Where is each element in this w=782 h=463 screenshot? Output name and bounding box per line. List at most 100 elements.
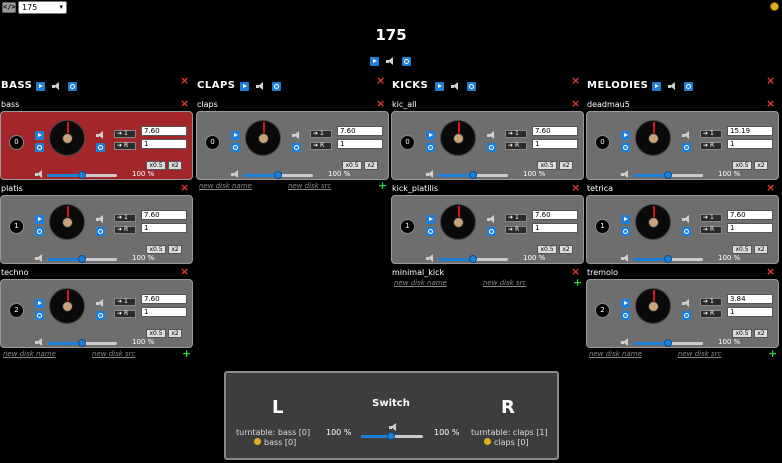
new-disk-name-input[interactable]: new disk name <box>589 350 642 358</box>
new-disk-name-input[interactable]: new disk name <box>199 182 252 190</box>
master-mute-icon[interactable] <box>386 57 395 66</box>
new-disk-name-input[interactable]: new disk name <box>394 279 447 287</box>
double-speed-button[interactable]: x2 <box>754 161 768 170</box>
remove-column-icon[interactable]: × <box>180 75 189 86</box>
mute-icon[interactable] <box>52 82 61 91</box>
play-icon[interactable] <box>35 131 44 140</box>
half-speed-button[interactable]: x0.5 <box>146 161 166 170</box>
mute-icon[interactable] <box>292 131 301 140</box>
new-disk-name-input[interactable]: new disk name <box>3 350 56 358</box>
half-speed-button[interactable]: x0.5 <box>537 245 557 254</box>
turntable-disk[interactable] <box>635 204 671 240</box>
remove-track-icon[interactable]: × <box>766 182 775 193</box>
mute-icon[interactable] <box>96 131 105 140</box>
turntable-disk[interactable] <box>49 288 85 324</box>
bpm-select[interactable]: 175 ▾ <box>18 1 67 14</box>
loop-icon[interactable] <box>231 143 240 152</box>
mute-icon[interactable] <box>487 131 496 140</box>
play-icon[interactable] <box>426 215 435 224</box>
loop-icon[interactable] <box>35 143 44 152</box>
cue-1-button[interactable]: ➔ 1 <box>114 130 136 138</box>
remove-track-icon[interactable]: × <box>571 98 580 109</box>
play-icon[interactable] <box>239 82 249 91</box>
cue-r-button[interactable]: ➔ R <box>505 142 527 150</box>
add-disk-icon[interactable]: + <box>378 180 387 191</box>
cue-1-button[interactable]: ➔ 1 <box>310 130 332 138</box>
remove-column-icon[interactable]: × <box>376 75 385 86</box>
play-icon[interactable] <box>652 82 661 91</box>
turntable-disk[interactable] <box>635 288 671 324</box>
sync-icon[interactable] <box>684 82 693 91</box>
volume-slider[interactable] <box>633 339 703 347</box>
play-icon[interactable] <box>36 82 45 91</box>
sync-icon[interactable] <box>487 227 496 236</box>
play-icon[interactable] <box>621 131 630 140</box>
remove-track-icon[interactable]: × <box>376 98 385 109</box>
double-speed-button[interactable]: x2 <box>168 329 182 338</box>
mute-icon[interactable] <box>682 131 691 140</box>
volume-knob[interactable] <box>664 171 672 179</box>
sync-icon[interactable] <box>68 82 77 91</box>
multiplier-field[interactable]: 1 <box>141 307 187 317</box>
double-speed-button[interactable]: x2 <box>364 161 378 170</box>
loop-icon[interactable] <box>621 311 630 320</box>
remove-track-icon[interactable]: × <box>180 182 189 193</box>
volume-slider[interactable] <box>438 255 508 263</box>
mute-icon[interactable] <box>487 215 496 224</box>
turntable-disk[interactable] <box>245 120 281 156</box>
volume-knob[interactable] <box>78 255 86 263</box>
sync-icon[interactable] <box>96 311 105 320</box>
remove-track-icon[interactable]: × <box>571 182 580 193</box>
volume-slider[interactable] <box>47 171 117 179</box>
mute-icon[interactable] <box>682 299 691 308</box>
multiplier-field[interactable]: 1 <box>141 139 187 149</box>
cue-r-button[interactable]: ➔ R <box>700 142 722 150</box>
sync-icon[interactable] <box>682 311 691 320</box>
play-icon[interactable] <box>621 299 630 308</box>
sync-icon[interactable] <box>682 227 691 236</box>
half-speed-button[interactable]: x0.5 <box>732 161 752 170</box>
volume-knob[interactable] <box>664 339 672 347</box>
half-speed-button[interactable]: x0.5 <box>342 161 362 170</box>
remove-track-icon[interactable]: × <box>180 266 189 277</box>
loop-icon[interactable] <box>621 143 630 152</box>
cue-1-button[interactable]: ➔ 1 <box>114 214 136 222</box>
play-icon[interactable] <box>35 215 44 224</box>
mute-icon[interactable] <box>450 82 460 91</box>
settings-icon[interactable] <box>770 2 779 11</box>
sync-icon[interactable] <box>96 143 105 152</box>
half-speed-button[interactable]: x0.5 <box>537 161 557 170</box>
double-speed-button[interactable]: x2 <box>559 245 573 254</box>
double-speed-button[interactable]: x2 <box>168 245 182 254</box>
volume-slider[interactable] <box>47 255 117 263</box>
loop-icon[interactable] <box>621 227 630 236</box>
new-disk-src-input[interactable]: new disk src <box>483 279 526 287</box>
new-disk-src-input[interactable]: new disk src <box>678 350 721 358</box>
double-speed-button[interactable]: x2 <box>559 161 573 170</box>
cue-r-button[interactable]: ➔ R <box>114 226 136 234</box>
tempo-field[interactable]: 7.60 <box>337 126 383 136</box>
tempo-field[interactable]: 7.60 <box>141 210 187 220</box>
volume-knob[interactable] <box>78 339 86 347</box>
loop-icon[interactable] <box>35 311 44 320</box>
cue-r-button[interactable]: ➔ R <box>114 310 136 318</box>
volume-knob[interactable] <box>469 255 477 263</box>
cue-r-button[interactable]: ➔ R <box>114 142 136 150</box>
loop-icon[interactable] <box>35 227 44 236</box>
cue-r-button[interactable]: ➔ R <box>700 310 722 318</box>
multiplier-field[interactable]: 1 <box>727 223 773 233</box>
multiplier-field[interactable]: 1 <box>337 139 383 149</box>
turntable-disk[interactable] <box>440 120 476 156</box>
turntable-disk[interactable] <box>49 120 85 156</box>
master-sync-icon[interactable] <box>402 57 411 66</box>
double-speed-button[interactable]: x2 <box>754 329 768 338</box>
sync-icon[interactable] <box>682 143 691 152</box>
turntable-disk[interactable] <box>49 204 85 240</box>
mute-icon[interactable] <box>96 299 105 308</box>
multiplier-field[interactable]: 1 <box>727 307 773 317</box>
volume-knob[interactable] <box>469 171 477 179</box>
mute-icon[interactable] <box>668 82 677 91</box>
cue-r-button[interactable]: ➔ R <box>310 142 332 150</box>
code-toggle-button[interactable]: </> <box>2 2 16 13</box>
half-speed-button[interactable]: x0.5 <box>146 329 166 338</box>
